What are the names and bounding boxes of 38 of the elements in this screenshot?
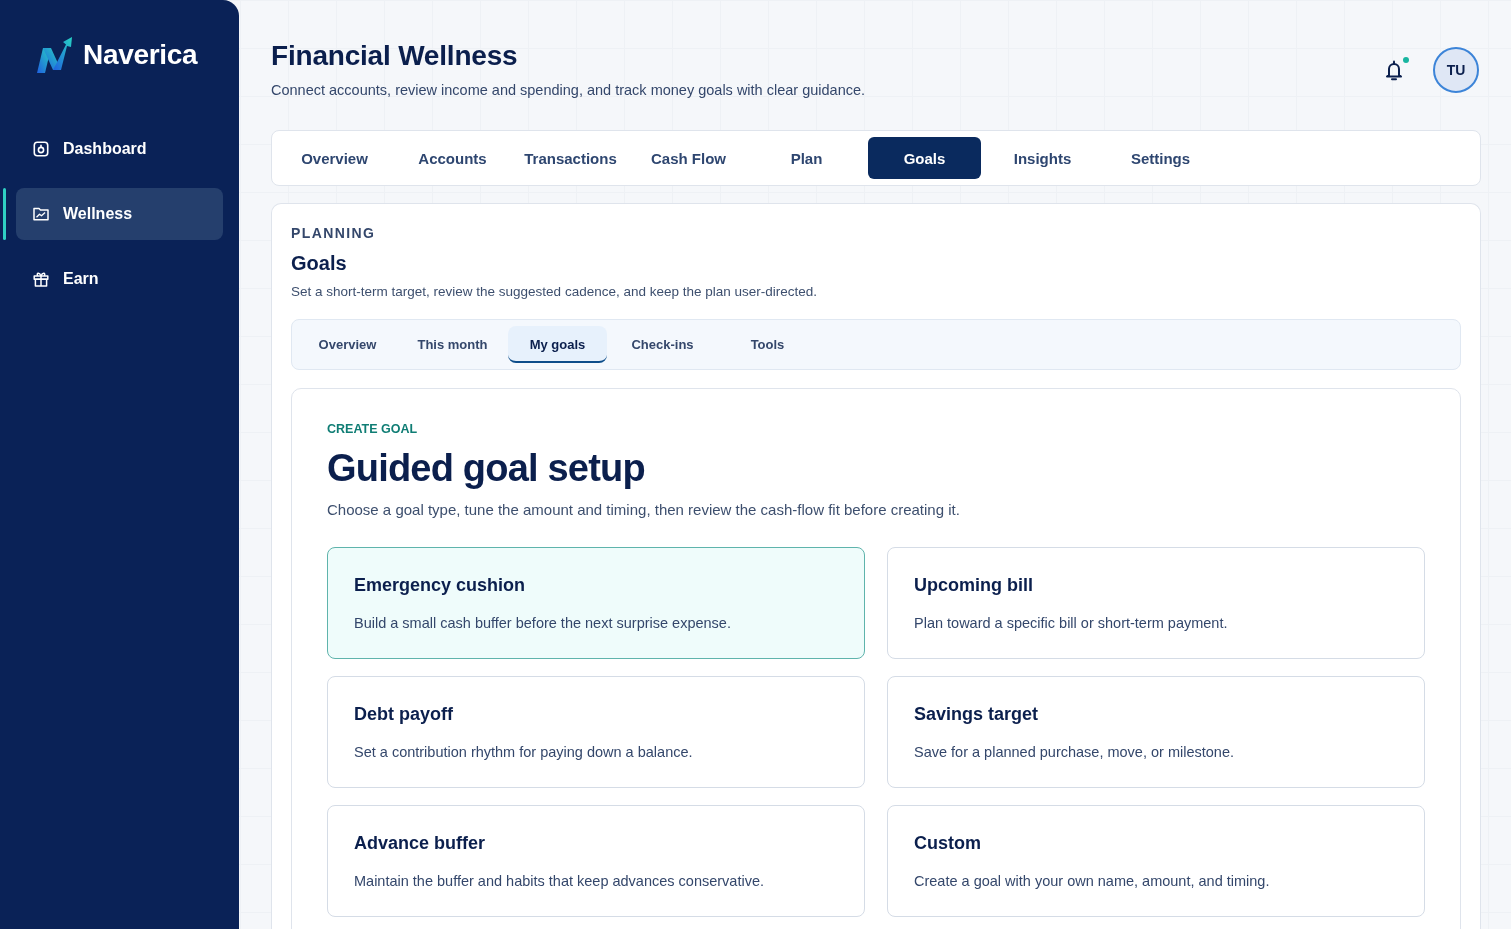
chart-folder-icon — [33, 206, 49, 222]
notification-bell-icon[interactable] — [1385, 59, 1403, 81]
gift-icon — [33, 271, 49, 287]
page-title: Financial Wellness — [271, 39, 519, 73]
subtab[interactable]: My goals — [508, 326, 607, 363]
tab[interactable]: Transactions — [514, 137, 627, 179]
tab[interactable]: Cash Flow — [632, 137, 745, 179]
tab[interactable]: Insights — [986, 137, 1099, 179]
sidebar-nav-item[interactable]: Dashboard — [16, 123, 223, 175]
create-goal-title: Guided goal setup — [327, 446, 646, 491]
subtab[interactable]: Overview — [298, 326, 397, 363]
goal-type-option[interactable]: Upcoming bill Plan toward a specific bill or short-term payment. — [887, 547, 1425, 659]
tab[interactable]: Settings — [1104, 137, 1217, 179]
section-eyebrow: PLANNING — [291, 224, 377, 243]
tab[interactable]: Plan — [750, 137, 863, 179]
logo-mark-icon — [35, 37, 75, 73]
section-title: Goals — [291, 251, 348, 275]
create-goal-eyebrow: CREATE GOAL — [327, 421, 419, 437]
sidebar-nav-item[interactable]: Earn — [16, 253, 223, 305]
subtab[interactable]: Tools — [718, 326, 817, 363]
tab[interactable]: Goals — [868, 137, 981, 179]
tab[interactable]: Overview — [278, 137, 391, 179]
tab[interactable]: Accounts — [396, 137, 509, 179]
create-goal-description: Choose a goal type, tune the amount and timing, then review the cash-flow fit before creating it. — [327, 500, 961, 520]
selection-bar-icon — [3, 188, 6, 240]
subtab[interactable]: This month — [403, 326, 502, 363]
sidebar-nav-item[interactable]: Wellness — [16, 188, 223, 240]
goal-type-option[interactable]: Custom Create a goal with your own name, amount, and timing. — [887, 805, 1425, 917]
brand-name: Naverica — [83, 38, 198, 72]
section-description: Set a short-term target, review the suggested cadence, and keep the plan user-directed. — [291, 283, 819, 301]
goal-type-option[interactable]: Emergency cushion Build a small cash buffer before the next surprise expense. — [327, 547, 865, 659]
gauge-icon — [33, 141, 49, 157]
page-subtitle: Connect accounts, review income and spending, and track money goals with clear guidance. — [271, 81, 866, 100]
goal-type-option[interactable]: Debt payoff Set a contribution rhythm for paying down a balance. — [327, 676, 865, 788]
subtab[interactable]: Check-ins — [613, 326, 712, 363]
goal-type-option[interactable]: Advance buffer Maintain the buffer and habits that keep advances conservative. — [327, 805, 865, 917]
goal-type-option[interactable]: Savings target Save for a planned purchase, move, or milestone. — [887, 676, 1425, 788]
user-avatar[interactable]: TU — [1433, 47, 1479, 93]
